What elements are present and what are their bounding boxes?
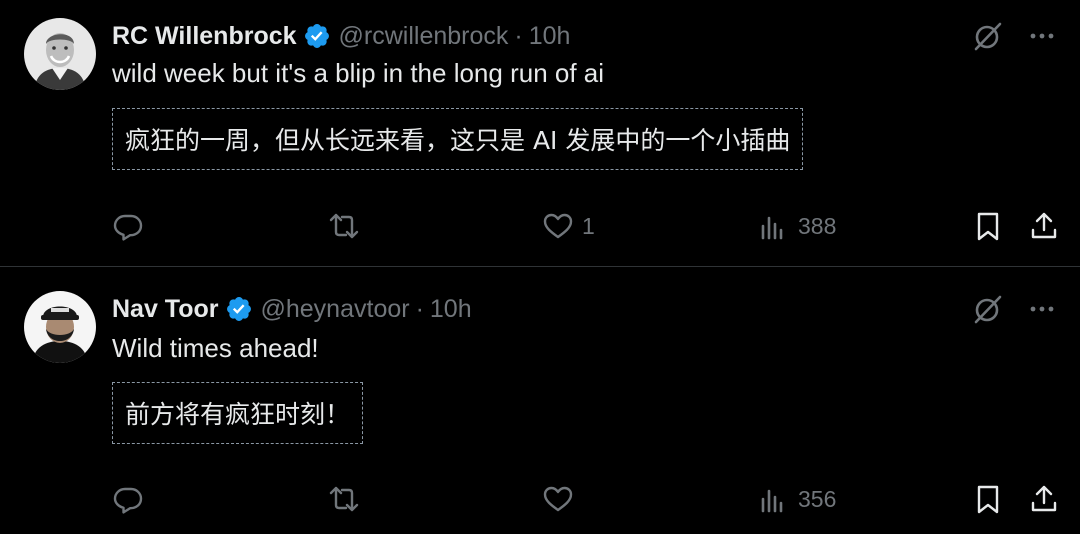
verified-badge-icon [225,295,253,323]
reply-button[interactable] [112,477,152,521]
view-count: 356 [798,485,837,512]
like-button[interactable]: 1 [542,204,595,248]
retweet-button[interactable] [328,477,368,521]
tweet-top-actions [952,291,1060,327]
tweet-text: Wild times ahead! [112,333,319,363]
action-bar: 356 [112,477,1072,521]
tweet-text: wild week but it's a blip in the long ru… [112,58,605,88]
separator-dot: · [415,294,424,323]
more-icon[interactable] [1024,291,1060,327]
retweet-icon [328,210,360,242]
timestamp[interactable]: 10h [430,295,472,324]
like-button[interactable] [542,477,582,521]
bookmark-button[interactable] [972,204,1004,248]
verified-badge-icon [303,22,331,50]
views-button[interactable]: 388 [758,204,836,248]
like-icon [542,210,574,242]
avatar[interactable] [24,291,96,363]
grok-icon[interactable] [970,18,1006,54]
views-icon [758,483,790,515]
tweet[interactable]: RC Willenbrock @rcwillenbrock · 10h wild… [0,0,1080,267]
bookmark-icon [972,483,1004,515]
views-button[interactable]: 356 [758,477,836,521]
share-button[interactable] [1028,204,1060,248]
tweet-top-actions [952,18,1060,54]
tweet-header: Nav Toor @heynavtoor · 10h [112,289,472,329]
author-handle[interactable]: @rcwillenbrock [339,22,509,51]
share-icon [1028,483,1060,515]
like-count: 1 [582,212,595,239]
tweet[interactable]: Nav Toor @heynavtoor · 10h Wild times ah… [0,267,1080,534]
author-handle[interactable]: @heynavtoor [261,295,410,324]
action-bar: 1 388 [112,204,1072,248]
grok-icon[interactable] [970,291,1006,327]
separator-dot: · [514,21,523,50]
translation-box: 前方将有疯狂时刻！ [112,382,364,444]
avatar[interactable] [24,18,96,90]
like-icon [542,483,574,515]
reply-icon [112,210,144,242]
bookmark-icon [972,210,1004,242]
tweet-header: RC Willenbrock @rcwillenbrock · 10h [112,16,570,56]
retweet-icon [328,483,360,515]
timestamp[interactable]: 10h [529,22,571,51]
translation-box: 疯狂的一周，但从长远来看，这只是 AI 发展中的一个小插曲 [112,108,804,170]
views-icon [758,210,790,242]
reply-button[interactable] [112,204,152,248]
share-icon [1028,210,1060,242]
more-icon[interactable] [1024,18,1060,54]
share-button[interactable] [1028,477,1060,521]
bookmark-button[interactable] [972,477,1004,521]
reply-icon [112,483,144,515]
view-count: 388 [798,212,837,239]
author-name[interactable]: RC Willenbrock [112,22,297,51]
retweet-button[interactable] [328,204,368,248]
author-name[interactable]: Nav Toor [112,295,219,324]
